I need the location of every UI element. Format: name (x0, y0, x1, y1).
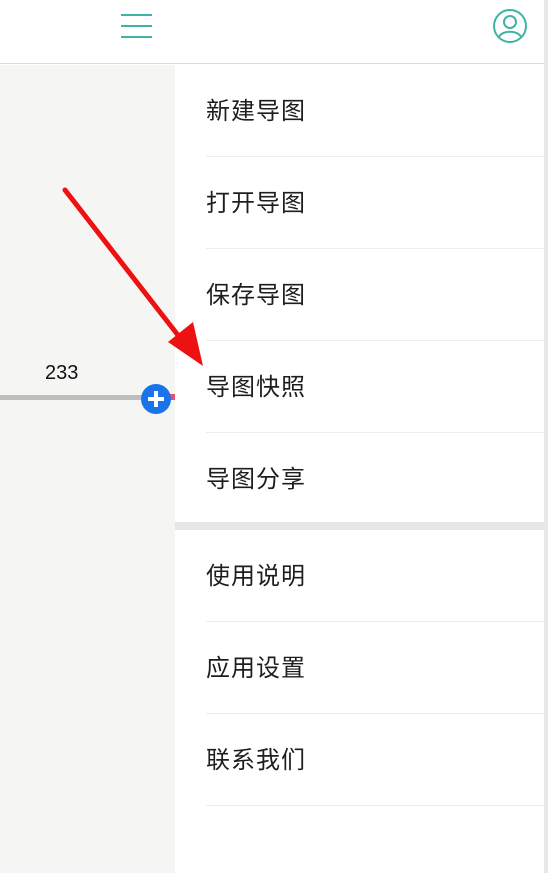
menu-item-label: 保存导图 (206, 281, 306, 309)
app-root: 233 新建导图 打开导图 保存导图 导图快照 导图分享 使用说明 应用设置 联… (0, 0, 548, 873)
menu-item-label: 新建导图 (206, 97, 306, 125)
menu-item-instructions[interactable]: 使用说明 (175, 530, 544, 622)
user-account-icon[interactable] (492, 8, 528, 44)
mindmap-node-label[interactable]: 233 (45, 362, 78, 385)
menu-item-label: 应用设置 (206, 654, 306, 682)
top-bar (0, 0, 544, 64)
edge-scroll-strip (544, 0, 548, 873)
menu-item-share-map[interactable]: 导图分享 (175, 433, 544, 525)
menu-item-save-map[interactable]: 保存导图 (175, 249, 544, 341)
menu-item-label: 联系我们 (206, 746, 306, 774)
menu-item-contact-us[interactable]: 联系我们 (175, 714, 544, 806)
mindmap-canvas[interactable]: 233 (0, 65, 175, 873)
menu-item-open-map[interactable]: 打开导图 (175, 157, 544, 249)
menu-item-new-map[interactable]: 新建导图 (175, 65, 544, 157)
menu-item-label: 打开导图 (206, 189, 306, 217)
menu-item-map-snapshot[interactable]: 导图快照 (175, 341, 544, 433)
menu-item-label: 导图快照 (206, 373, 306, 401)
menu-item-app-settings[interactable]: 应用设置 (175, 622, 544, 714)
hamburger-menu-icon[interactable] (119, 12, 155, 40)
mindmap-node-branch (0, 395, 146, 400)
side-drawer-menu: 新建导图 打开导图 保存导图 导图快照 导图分享 使用说明 应用设置 联系我们 (175, 65, 544, 873)
menu-divider (206, 805, 544, 806)
menu-item-label: 导图分享 (206, 465, 306, 493)
menu-item-label: 使用说明 (206, 562, 306, 590)
plus-circle-icon[interactable] (141, 384, 171, 414)
menu-section-separator (175, 522, 544, 530)
